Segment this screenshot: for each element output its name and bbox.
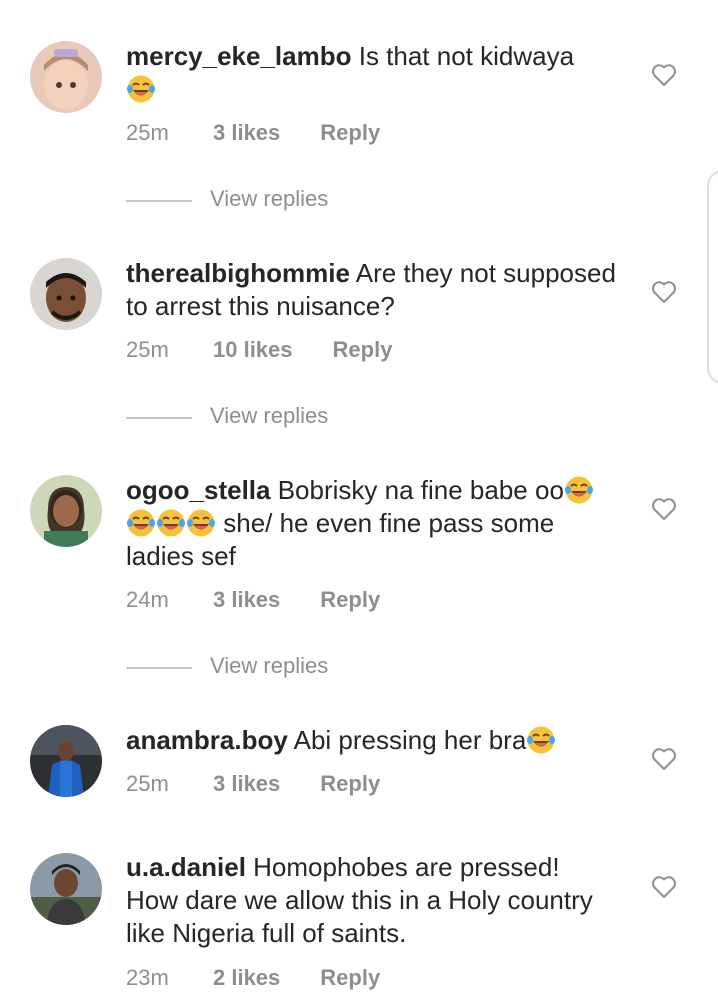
likes-count[interactable]: 10 likes: [213, 337, 293, 363]
laughing-emoji-icon: [126, 508, 156, 538]
view-replies-label[interactable]: View replies: [210, 186, 328, 212]
laughing-emoji-icon: [564, 475, 594, 505]
comment-time: 25m: [126, 337, 169, 362]
comment-meta: 25m 10 likes Reply: [126, 337, 392, 363]
likes-count[interactable]: 2 likes: [213, 965, 280, 991]
comment-username[interactable]: anambra.boy: [126, 725, 288, 755]
avatar[interactable]: [30, 258, 102, 330]
comment-username[interactable]: ogoo_stella: [126, 475, 270, 505]
likes-count[interactable]: 3 likes: [213, 120, 280, 146]
divider-line: [126, 667, 192, 669]
comment-text: anambra.boy Abi pressing her bra: [126, 724, 616, 757]
heart-outline-icon[interactable]: [651, 497, 677, 521]
reply-button[interactable]: Reply: [333, 337, 393, 363]
reply-button[interactable]: Reply: [320, 965, 380, 991]
comment-text: mercy_eke_lambo Is that not kidwaya: [126, 40, 616, 106]
heart-outline-icon[interactable]: [651, 280, 677, 304]
side-panel-edge-handle[interactable]: [707, 170, 718, 384]
divider-line: [126, 200, 192, 202]
comment-username[interactable]: u.a.daniel: [126, 852, 246, 882]
comment-time: 23m: [126, 965, 169, 990]
comment-meta: 24m 3 likes Reply: [126, 587, 380, 613]
likes-count[interactable]: 3 likes: [213, 771, 280, 797]
view-replies-label[interactable]: View replies: [210, 403, 328, 429]
laughing-emoji-icon: [186, 508, 216, 538]
laughing-emoji-icon: [156, 508, 186, 538]
comment-meta: 25m 3 likes Reply: [126, 771, 380, 797]
comment-username[interactable]: mercy_eke_lambo: [126, 41, 351, 71]
heart-outline-icon[interactable]: [651, 63, 677, 87]
comment-body: Bobrisky na fine babe oo: [277, 475, 564, 505]
reply-button[interactable]: Reply: [320, 771, 380, 797]
reply-button[interactable]: Reply: [320, 120, 380, 146]
avatar[interactable]: [30, 853, 102, 925]
comment-text: therealbighommie Are they not supposed t…: [126, 257, 616, 323]
comment-time: 25m: [126, 120, 169, 145]
heart-outline-icon[interactable]: [651, 875, 677, 899]
comment-body: Abi pressing her bra: [293, 725, 527, 755]
comment-meta: 23m 2 likes Reply: [126, 965, 380, 991]
laughing-emoji-icon: [526, 725, 556, 755]
avatar[interactable]: [30, 725, 102, 797]
view-replies-label[interactable]: View replies: [210, 653, 328, 679]
likes-count[interactable]: 3 likes: [213, 587, 280, 613]
divider-line: [126, 417, 192, 419]
comment-time: 24m: [126, 587, 169, 612]
heart-outline-icon[interactable]: [651, 747, 677, 771]
avatar[interactable]: [30, 475, 102, 547]
comment-text: ogoo_stella Bobrisky na fine babe oo she…: [126, 474, 616, 573]
avatar[interactable]: [30, 41, 102, 113]
reply-button[interactable]: Reply: [320, 587, 380, 613]
comment-text: u.a.daniel Homophobes are pressed! How d…: [126, 851, 616, 950]
comment-meta: 25m 3 likes Reply: [126, 120, 380, 146]
comment-time: 25m: [126, 771, 169, 796]
comment-username[interactable]: therealbighommie: [126, 258, 350, 288]
laughing-emoji-icon: [126, 74, 156, 104]
comment-body: Is that not kidwaya: [358, 41, 575, 71]
